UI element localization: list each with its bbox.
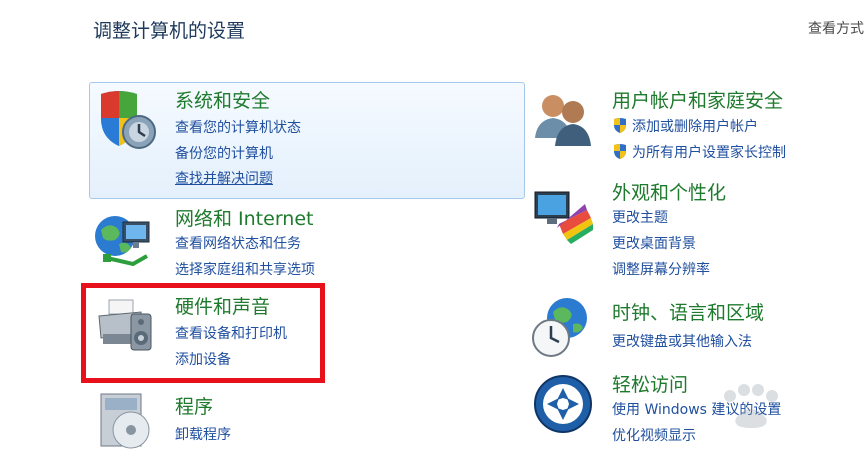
link-recommended-settings[interactable]: 使用 Windows 建议的设置 xyxy=(612,399,781,419)
link-uninstall-program[interactable]: 卸载程序 xyxy=(175,424,231,444)
category-title[interactable]: 时钟、语言和区域 xyxy=(612,298,764,325)
uac-shield-icon xyxy=(614,144,626,159)
clock-globe-icon xyxy=(532,298,587,357)
link-network-status[interactable]: 查看网络状态和任务 xyxy=(175,233,301,253)
category-title[interactable]: 网络和 Internet xyxy=(175,204,313,231)
link-add-remove-accounts[interactable]: 添加或删除用户帐户 xyxy=(612,116,758,136)
shield-icon xyxy=(101,91,156,149)
ease-of-access-icon xyxy=(534,375,592,433)
users-icon xyxy=(535,95,591,146)
link-desktop-background[interactable]: 更改桌面背景 xyxy=(612,233,696,253)
programs-icon xyxy=(100,393,150,449)
link-label: 添加或删除用户帐户 xyxy=(632,119,758,135)
link-backup-computer[interactable]: 备份您的计算机 xyxy=(175,143,273,163)
view-by-label[interactable]: 查看方式 xyxy=(808,18,864,38)
link-keyboard-input[interactable]: 更改键盘或其他输入法 xyxy=(612,331,752,351)
link-change-theme[interactable]: 更改主题 xyxy=(612,207,668,227)
link-troubleshoot[interactable]: 查找并解决问题 xyxy=(175,168,273,188)
category-title[interactable]: 轻松访问 xyxy=(612,370,688,397)
link-parental-controls[interactable]: 为所有用户设置家长控制 xyxy=(612,142,786,162)
category-title[interactable]: 程序 xyxy=(175,392,213,419)
annotation-highlight-box xyxy=(81,283,325,383)
network-globe-icon xyxy=(95,216,150,267)
link-homegroup-sharing[interactable]: 选择家庭组和共享选项 xyxy=(175,259,315,279)
appearance-monitor-icon xyxy=(534,191,593,244)
link-optimize-display[interactable]: 优化视频显示 xyxy=(612,425,696,445)
link-view-computer-status[interactable]: 查看您的计算机状态 xyxy=(175,117,301,137)
uac-shield-icon xyxy=(614,118,626,133)
link-label: 为所有用户设置家长控制 xyxy=(632,145,786,161)
link-screen-resolution[interactable]: 调整屏幕分辨率 xyxy=(612,259,710,279)
category-title[interactable]: 系统和安全 xyxy=(175,86,270,113)
page-title: 调整计算机的设置 xyxy=(93,20,246,42)
category-title[interactable]: 用户帐户和家庭安全 xyxy=(612,86,783,113)
category-title[interactable]: 外观和个性化 xyxy=(612,178,726,205)
